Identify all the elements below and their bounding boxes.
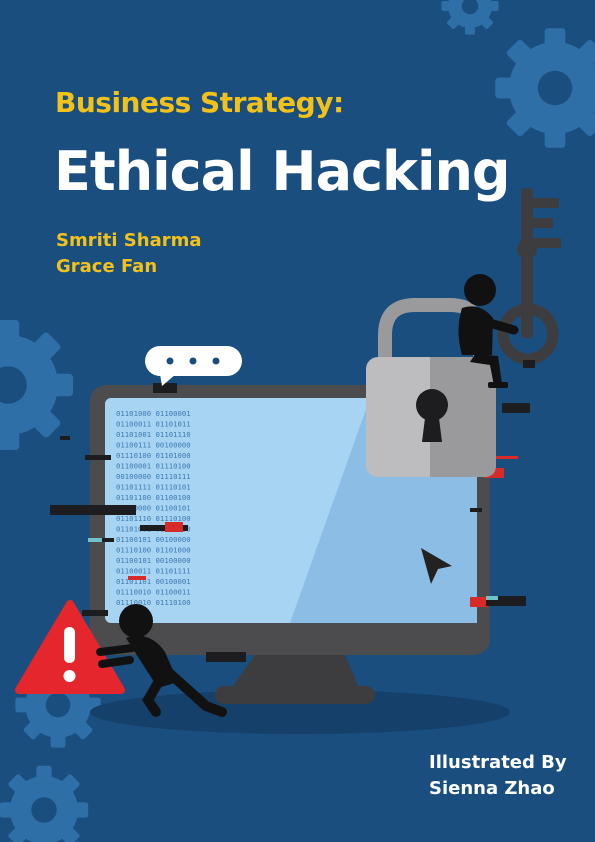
author-name: Grace Fan — [56, 256, 158, 277]
speech-bubble-icon — [145, 346, 242, 386]
binary-line: 01101001 01101110 — [116, 430, 191, 439]
series-title: Business Strategy: — [55, 86, 344, 119]
monitor-stand — [230, 655, 360, 690]
binary-line: 01110100 01101000 — [116, 451, 191, 460]
binary-line: 01100111 00100000 — [116, 441, 191, 450]
illustrator-label: Illustrated By — [429, 752, 567, 773]
binary-line: 01100011 01101111 — [116, 567, 191, 576]
monitor-base — [215, 686, 375, 704]
binary-line: 01101111 01110101 — [116, 483, 191, 492]
book-title: Ethical Hacking — [54, 140, 511, 203]
binary-line: 01110010 01100011 — [116, 588, 191, 597]
book-cover: 01101000 01100001 01100011 01101011 011010… — [0, 0, 595, 842]
illustrator-name: Sienna Zhao — [429, 778, 555, 799]
binary-line: 01100011 01101011 — [116, 420, 191, 429]
gear-icon — [441, 0, 499, 35]
binary-line: 01101100 01100100 — [116, 493, 191, 502]
author-name: Smriti Sharma — [56, 230, 202, 251]
binary-line: 01110010 01110100 — [116, 598, 191, 607]
binary-line: 01100001 01110100 — [116, 462, 191, 471]
binary-line: 01101000 01100001 — [116, 409, 191, 418]
binary-line: 01100101 00100000 — [116, 535, 191, 544]
cover-illustration: 01101000 01100001 01100011 01101011011010… — [0, 0, 595, 842]
gear-icon — [0, 765, 89, 842]
binary-line: 01101101 00100001 — [116, 577, 191, 586]
binary-line: 00100000 01110111 — [116, 472, 191, 481]
gear-icon — [495, 28, 595, 148]
binary-line: 01100101 00100000 — [116, 556, 191, 565]
key-icon — [497, 188, 561, 368]
binary-line: 01101110 01110100 — [116, 514, 191, 523]
binary-line: 01110100 01101000 — [116, 546, 191, 555]
gear-icon — [0, 320, 73, 450]
